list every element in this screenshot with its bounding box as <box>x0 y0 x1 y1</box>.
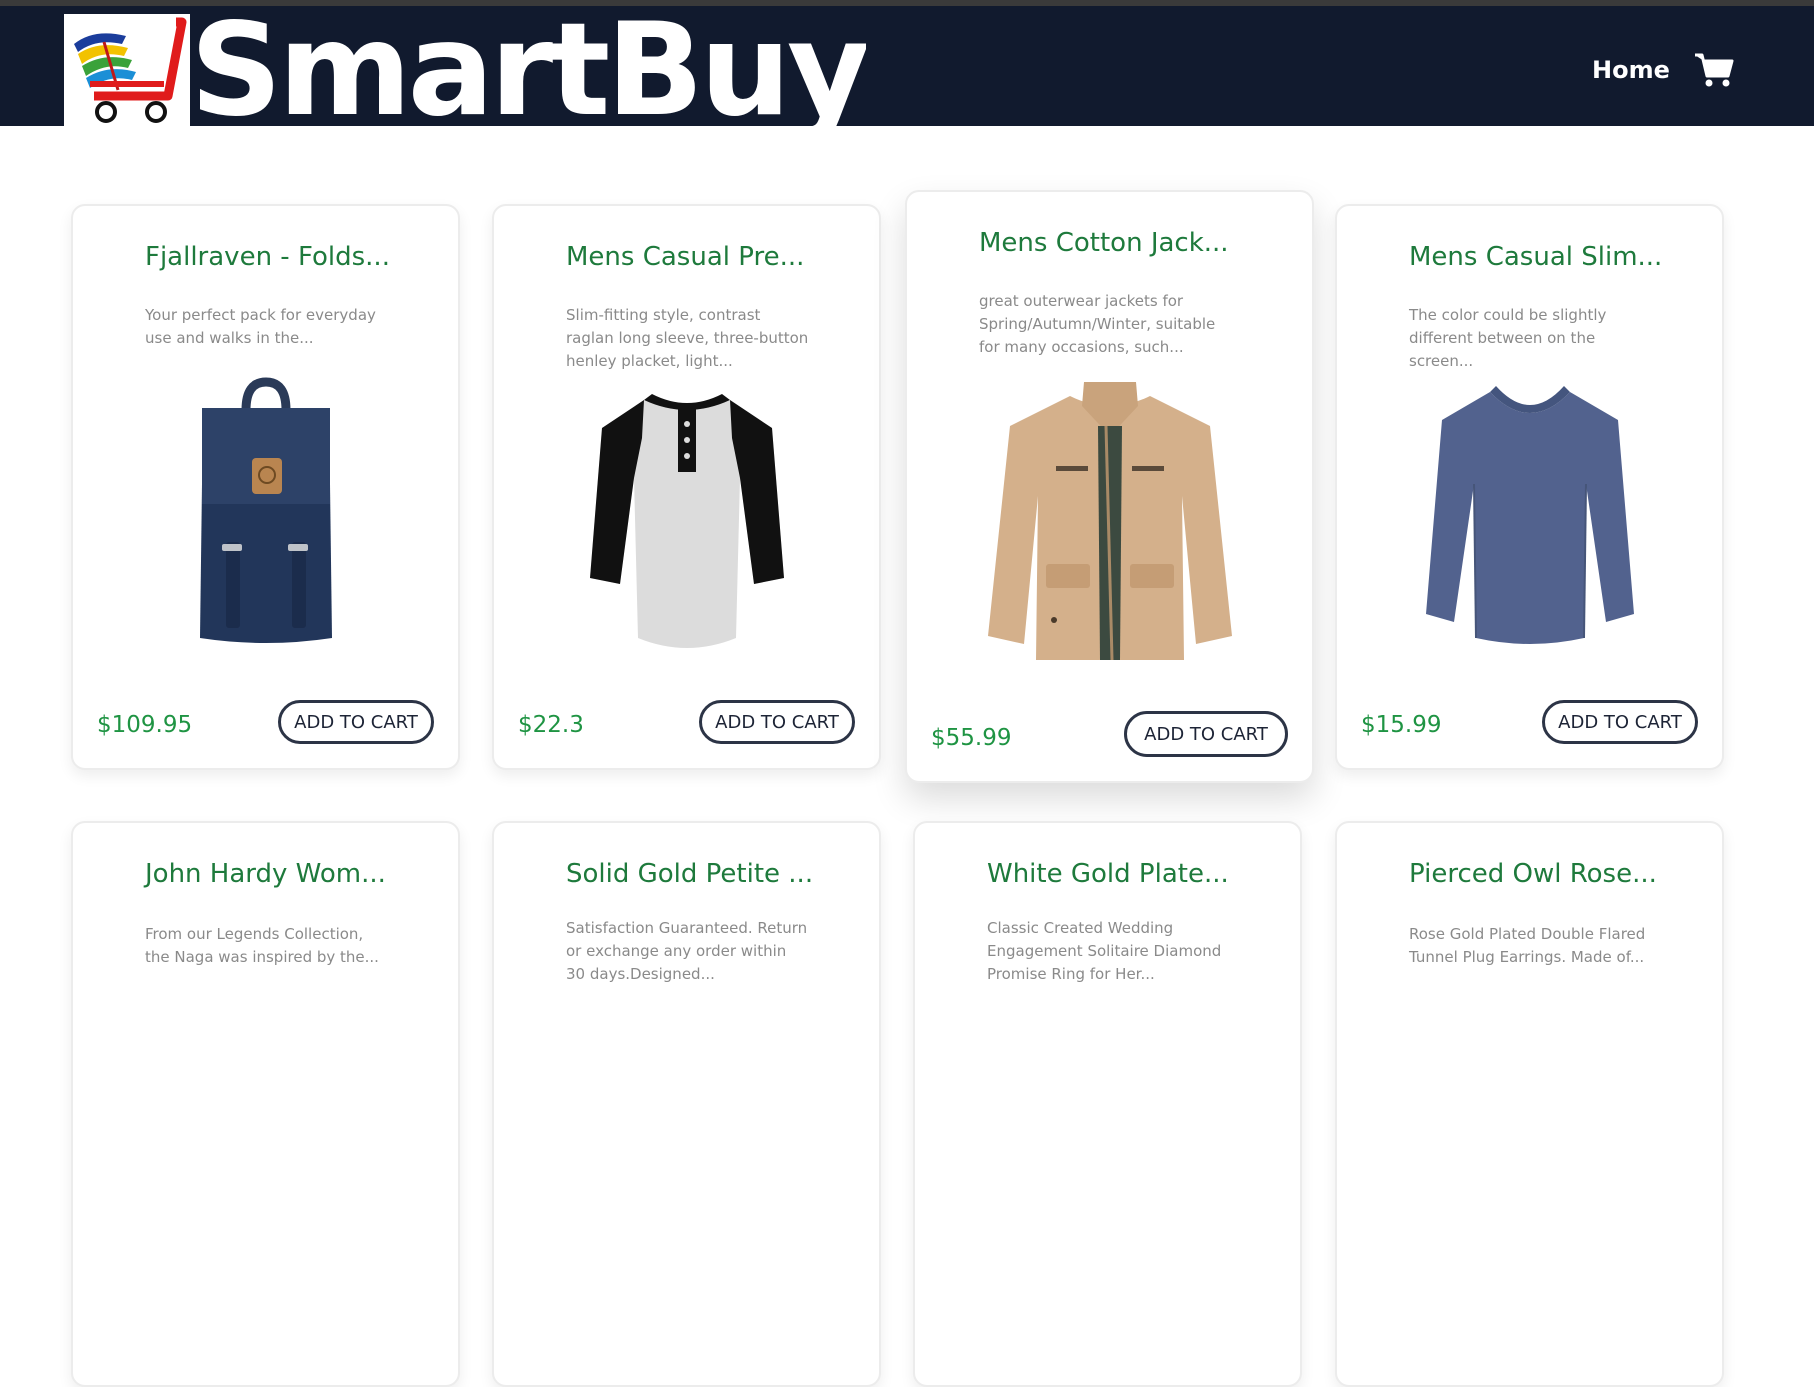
product-title[interactable]: Fjallraven - Folds... <box>145 242 445 272</box>
product-price: $15.99 <box>1361 712 1442 738</box>
add-to-cart-button[interactable]: ADD TO CART <box>1124 711 1288 757</box>
navbar: SmartBuy Home <box>0 0 1814 132</box>
product-description: Rose Gold Plated Double Flared Tunnel Pl… <box>1409 925 1646 966</box>
brand-name[interactable]: SmartBuy <box>190 0 866 132</box>
product-description: Your perfect pack for everyday use and w… <box>145 306 376 347</box>
product-card[interactable]: John Hardy Wom... From our Legends Colle… <box>71 821 460 1387</box>
add-to-cart-button[interactable]: ADD TO CART <box>699 700 855 744</box>
product-description: Satisfaction Guaranteed. Return or excha… <box>566 919 808 983</box>
product-card[interactable]: Mens Casual Pre... Slim-fitting style, c… <box>492 204 881 770</box>
add-to-cart-button[interactable]: ADD TO CART <box>278 700 434 744</box>
product-card[interactable]: Solid Gold Petite ... Satisfaction Guara… <box>492 821 881 1387</box>
product-description: Classic Created Wedding Engagement Solit… <box>987 919 1222 983</box>
product-title[interactable]: Mens Casual Pre... <box>566 242 866 272</box>
product-title[interactable]: Mens Casual Slim... <box>1409 242 1709 272</box>
add-to-cart-button[interactable]: ADD TO CART <box>1542 700 1698 744</box>
product-card[interactable]: Pierced Owl Rose... Rose Gold Plated Dou… <box>1335 821 1724 1387</box>
product-description: The color could be slightly different be… <box>1409 306 1607 370</box>
product-card[interactable]: Mens Cotton Jack... great outerwear jack… <box>905 190 1314 783</box>
cart-logo-icon[interactable] <box>64 14 190 132</box>
product-price: $22.3 <box>518 712 584 738</box>
nav-home-link[interactable]: Home <box>1592 56 1670 84</box>
raglan-shirt-image <box>582 378 792 662</box>
shopping-cart-icon[interactable] <box>1694 52 1734 92</box>
cotton-jacket-image <box>980 376 1240 670</box>
product-title[interactable]: White Gold Plate... <box>987 859 1287 889</box>
product-title[interactable]: Mens Cotton Jack... <box>979 228 1279 258</box>
product-title[interactable]: Pierced Owl Rose... <box>1409 859 1709 889</box>
product-card[interactable]: Fjallraven - Folds... Your perfect pack … <box>71 204 460 770</box>
product-card[interactable]: Mens Casual Slim... The color could be s… <box>1335 204 1724 770</box>
product-title[interactable]: John Hardy Wom... <box>145 859 445 889</box>
product-price: $109.95 <box>97 712 193 738</box>
product-description: great outerwear jackets for Spring/Autum… <box>979 292 1216 356</box>
product-card[interactable]: White Gold Plate... Classic Created Wedd… <box>913 821 1302 1387</box>
slim-tshirt-image <box>1420 374 1640 658</box>
backpack-image <box>166 374 366 658</box>
product-description: From our Legends Collection, the Naga wa… <box>145 925 379 966</box>
product-description: Slim-fitting style, contrast raglan long… <box>566 306 809 370</box>
product-price: $55.99 <box>931 725 1012 751</box>
product-title[interactable]: Solid Gold Petite ... <box>566 859 866 889</box>
